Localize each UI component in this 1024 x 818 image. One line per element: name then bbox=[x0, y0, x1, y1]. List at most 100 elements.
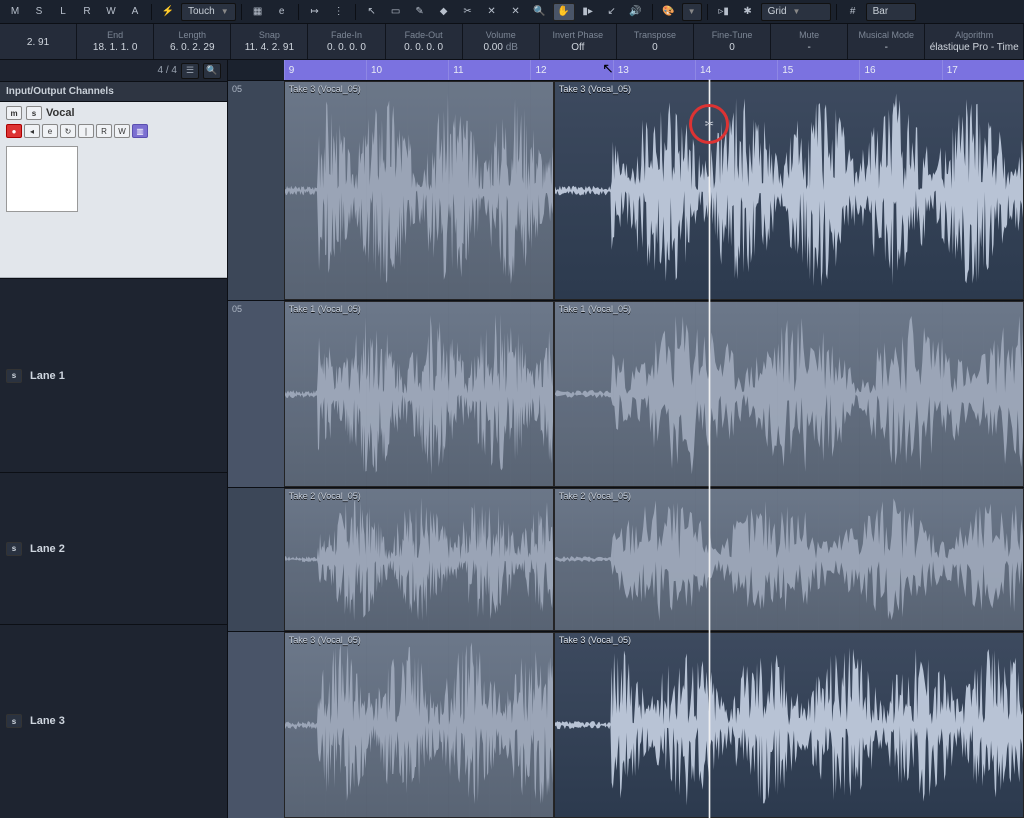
lane-header-3[interactable]: s Lane 3 bbox=[0, 624, 227, 818]
filter-icon[interactable]: ☰ bbox=[181, 63, 199, 79]
take-lane[interactable]: Take 2 (Vocal_05) Take 2 (Vocal_05) bbox=[228, 487, 1024, 630]
quantize-label: Bar bbox=[873, 6, 889, 17]
draw-tool-icon[interactable]: ✎ bbox=[409, 3, 431, 21]
info-musical[interactable]: Musical Mode- bbox=[848, 24, 925, 59]
ruler-bar: 12 bbox=[530, 60, 546, 80]
track-name: Vocal bbox=[46, 107, 75, 119]
ruler-bar: 15 bbox=[777, 60, 793, 80]
audio-clip[interactable]: Take 3 (Vocal_05) bbox=[554, 632, 1024, 818]
lane-solo-btn[interactable]: s bbox=[6, 542, 22, 556]
comp-tool-icon[interactable]: ✋ bbox=[553, 3, 575, 21]
autoscroll-icon[interactable]: ↦ bbox=[304, 3, 326, 21]
snap-type-icon[interactable]: ✱ bbox=[737, 3, 759, 21]
play-tool-icon[interactable]: 🔊 bbox=[625, 3, 647, 21]
color-tool-icon[interactable]: 🎨 bbox=[658, 3, 680, 21]
track-mute-btn[interactable]: m bbox=[6, 106, 22, 120]
clip-prelabel: 05 bbox=[232, 84, 242, 94]
top-toolbar: M S L R W A ⚡ Touch ▼ ▦ e ↦ ⋮ ↖ ▭ ✎ ◆ ✂ … bbox=[0, 0, 1024, 24]
snap-toggle-icon[interactable]: ▹▮ bbox=[713, 3, 735, 21]
visible-track-count: 4 / 4 bbox=[158, 65, 177, 76]
divider-icon[interactable]: ⋮ bbox=[328, 3, 350, 21]
lanes-btn[interactable]: ▥ bbox=[132, 124, 148, 138]
automation-mode-select[interactable]: Touch ▼ bbox=[181, 3, 236, 21]
timewarp-tool-icon[interactable]: ▮▸ bbox=[577, 3, 599, 21]
automation-mode-label: Touch bbox=[188, 6, 215, 17]
info-fadein[interactable]: Fade-In0. 0. 0. 0 bbox=[308, 24, 385, 59]
info-invert[interactable]: Invert PhaseOff bbox=[540, 24, 617, 59]
take-lane[interactable]: Take 3 (Vocal_05) Take 3 (Vocal_05) bbox=[228, 631, 1024, 818]
info-fadeout[interactable]: Fade-Out0. 0. 0. 0 bbox=[386, 24, 463, 59]
info-start[interactable]: 2. 91 bbox=[0, 24, 77, 59]
clip-prelabel: 05 bbox=[232, 304, 242, 314]
lane-name: Lane 3 bbox=[30, 715, 65, 727]
track-solo-btn[interactable]: s bbox=[26, 106, 42, 120]
arrangement-area[interactable]: 91011121314151617 ↖ ✂ 05Take 3 (Vocal_05… bbox=[228, 60, 1024, 818]
audio-clip[interactable]: Take 2 (Vocal_05) bbox=[284, 488, 554, 630]
info-algorithm[interactable]: Algorithmélastique Pro - Time bbox=[925, 24, 1024, 59]
info-volume[interactable]: Volume0.00 dB bbox=[463, 24, 540, 59]
lane-solo-btn[interactable]: s bbox=[6, 714, 22, 728]
monitor-btn[interactable]: ◂ bbox=[24, 124, 40, 138]
info-length[interactable]: Length6. 0. 2. 29 bbox=[154, 24, 231, 59]
read-btn[interactable]: R bbox=[76, 3, 98, 21]
clip-label: Take 3 (Vocal_05) bbox=[289, 84, 361, 94]
take-lane[interactable]: 05 Take 1 (Vocal_05)Take 1 (Vocal_05) bbox=[228, 300, 1024, 487]
tracklist-toolbar: 4 / 4 ☰ 🔍 bbox=[0, 60, 227, 82]
audio-clip[interactable]: Take 2 (Vocal_05) bbox=[554, 488, 1024, 630]
track-list: 4 / 4 ☰ 🔍 Input/Output Channels m s Voca… bbox=[0, 60, 228, 818]
suspend-icon[interactable]: ⚡ bbox=[157, 3, 179, 21]
snap-mode-select[interactable]: Grid ▼ bbox=[761, 3, 831, 21]
listen-btn[interactable]: L bbox=[52, 3, 74, 21]
arrow-tool-icon[interactable]: ↖ bbox=[361, 3, 383, 21]
write-btn[interactable]: W bbox=[100, 3, 122, 21]
color-picker[interactable]: ▼ bbox=[682, 3, 702, 21]
ruler-bar: 11 bbox=[448, 60, 463, 80]
clip-label: Take 2 (Vocal_05) bbox=[289, 491, 361, 501]
ruler-bar: 17 bbox=[942, 60, 958, 80]
solo-btn[interactable]: S bbox=[28, 3, 50, 21]
io-channels-header[interactable]: Input/Output Channels bbox=[0, 82, 227, 102]
mute-tool-icon[interactable]: ✕ bbox=[505, 3, 527, 21]
auto-btn[interactable]: A bbox=[124, 3, 146, 21]
search-icon[interactable]: 🔍 bbox=[203, 63, 221, 79]
lane-name: Lane 1 bbox=[30, 370, 65, 382]
quantize-select[interactable]: Bar bbox=[866, 3, 916, 21]
comp-track[interactable]: 05 Take 3 (Vocal_05) Take 3 (Vocal_05) bbox=[228, 80, 1024, 300]
panel-icon[interactable]: ▦ bbox=[247, 3, 269, 21]
audio-clip[interactable]: Take 1 (Vocal_05) bbox=[284, 301, 554, 487]
write-auto-btn[interactable]: W bbox=[114, 124, 130, 138]
record-enable-btn[interactable]: ● bbox=[6, 124, 22, 138]
line-tool-icon[interactable]: ↙ bbox=[601, 3, 623, 21]
playhead[interactable] bbox=[709, 80, 710, 818]
timeline-ruler[interactable]: 91011121314151617 ↖ bbox=[228, 60, 1024, 80]
lane-header-1[interactable]: s Lane 1 bbox=[0, 278, 227, 472]
info-snap[interactable]: Snap11. 4. 2. 91 bbox=[231, 24, 308, 59]
info-mute[interactable]: Mute- bbox=[771, 24, 848, 59]
clip-label: Take 3 (Vocal_05) bbox=[289, 635, 361, 645]
range-tool-icon[interactable]: ▭ bbox=[385, 3, 407, 21]
ruler-bar: 14 bbox=[695, 60, 711, 80]
split-tool-icon[interactable]: ✂ bbox=[457, 3, 479, 21]
mute-btn[interactable]: M bbox=[4, 3, 26, 21]
freeze-btn[interactable]: ∣ bbox=[78, 124, 94, 138]
info-end[interactable]: End18. 1. 1. 0 bbox=[77, 24, 154, 59]
lane-name: Lane 2 bbox=[30, 543, 65, 555]
glue-tool-icon[interactable]: ✕ bbox=[481, 3, 503, 21]
audio-clip[interactable]: Take 3 (Vocal_05) bbox=[284, 632, 554, 818]
erase-tool-icon[interactable]: ◆ bbox=[433, 3, 455, 21]
color-icon[interactable]: e bbox=[271, 3, 293, 21]
zoom-tool-icon[interactable]: 🔍 bbox=[529, 3, 551, 21]
read-auto-btn[interactable]: R bbox=[96, 124, 112, 138]
lane-header-2[interactable]: s Lane 2 bbox=[0, 472, 227, 624]
audio-clip[interactable]: Take 3 (Vocal_05) bbox=[284, 81, 554, 300]
info-finetune[interactable]: Fine-Tune0 bbox=[694, 24, 771, 59]
audio-clip[interactable]: Take 1 (Vocal_05) bbox=[554, 301, 1024, 487]
lane-solo-btn[interactable]: s bbox=[6, 369, 22, 383]
edit-channel-btn[interactable]: e bbox=[42, 124, 58, 138]
grid-type-icon[interactable]: # bbox=[842, 3, 864, 21]
track-header-vocal[interactable]: m s Vocal ● ◂ e ↻ ∣ R W ▥ bbox=[0, 102, 227, 278]
info-strip: 2. 91 End18. 1. 1. 0 Length6. 0. 2. 29 S… bbox=[0, 24, 1024, 60]
info-transpose[interactable]: Transpose0 bbox=[617, 24, 694, 59]
audio-clip[interactable]: Take 3 (Vocal_05) bbox=[554, 81, 1024, 300]
loop-btn[interactable]: ↻ bbox=[60, 124, 76, 138]
